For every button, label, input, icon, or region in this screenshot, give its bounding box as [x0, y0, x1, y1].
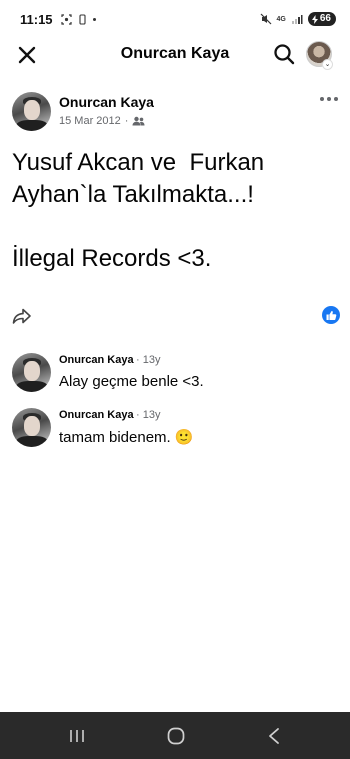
comment-time: · 13y — [136, 409, 161, 421]
comment: Onurcan Kaya · 13y tamam bidenem. 🙂 — [0, 408, 350, 458]
vibrate-icon — [78, 13, 86, 25]
comment: Onurcan Kaya · 13y Alay geçme benle <3. — [0, 353, 350, 403]
signal-icon — [291, 14, 303, 24]
post-date[interactable]: 15 Mar 2012 — [59, 115, 121, 127]
app-bar: Onurcan Kaya ⌄ — [0, 38, 350, 72]
comment-text: Alay geçme benle <3. — [59, 373, 204, 390]
charging-icon — [311, 14, 318, 24]
post-author-name[interactable]: Onurcan Kaya — [59, 94, 154, 110]
more-dot — [334, 97, 338, 101]
battery-badge: 66 — [307, 12, 336, 26]
comment-avatar[interactable] — [12, 353, 51, 392]
avatar-face — [24, 361, 40, 381]
system-nav-bar — [0, 712, 350, 759]
mute-icon — [260, 13, 271, 25]
post-meta: 15 Mar 2012 · — [59, 115, 145, 127]
page-title: Onurcan Kaya — [120, 45, 230, 62]
post-text: Yusuf Akcan ve Furkan Ayhan`la Takılmakt… — [12, 149, 265, 272]
battery-level: 66 — [319, 13, 331, 24]
avatar-face — [24, 100, 40, 120]
meta-separator: · — [124, 115, 129, 127]
friends-icon — [132, 116, 145, 126]
back-icon[interactable] — [267, 727, 281, 745]
recents-icon[interactable] — [68, 728, 86, 744]
comment-time-value: 13y — [142, 409, 161, 421]
comment-author[interactable]: Onurcan Kaya — [59, 354, 134, 366]
more-icon[interactable] — [320, 92, 342, 106]
comment-time: · 13y — [136, 354, 161, 366]
notification-dot-icon — [92, 17, 96, 21]
more-dot — [327, 97, 331, 101]
status-time: 11:15 — [20, 11, 53, 27]
thumbs-up-icon — [326, 310, 336, 320]
screenshot-icon — [60, 13, 72, 25]
avatar-shirt — [16, 381, 48, 392]
screen: 11:15 4G 66 Onurcan Kaya ⌄ Onurcan Kaya … — [0, 0, 350, 759]
post-author-avatar[interactable] — [12, 92, 51, 131]
home-icon[interactable] — [167, 727, 185, 745]
status-left-icons — [60, 13, 96, 25]
avatar-shirt — [16, 436, 48, 447]
search-icon[interactable] — [272, 42, 296, 66]
like-icon[interactable] — [322, 306, 340, 324]
share-icon[interactable] — [11, 305, 33, 327]
comment-text: tamam bidenem. 🙂 — [59, 429, 194, 446]
avatar-shirt — [16, 120, 48, 131]
status-right: 4G 66 — [260, 12, 336, 26]
comment-time-value: 13y — [142, 354, 161, 366]
status-bar: 11:15 4G 66 — [0, 0, 350, 38]
avatar-face — [24, 416, 40, 436]
comment-avatar[interactable] — [12, 408, 51, 447]
chevron-down-icon[interactable]: ⌄ — [322, 59, 333, 70]
comment-author[interactable]: Onurcan Kaya — [59, 409, 134, 421]
more-dot — [320, 97, 324, 101]
network-type: 4G — [276, 15, 286, 23]
